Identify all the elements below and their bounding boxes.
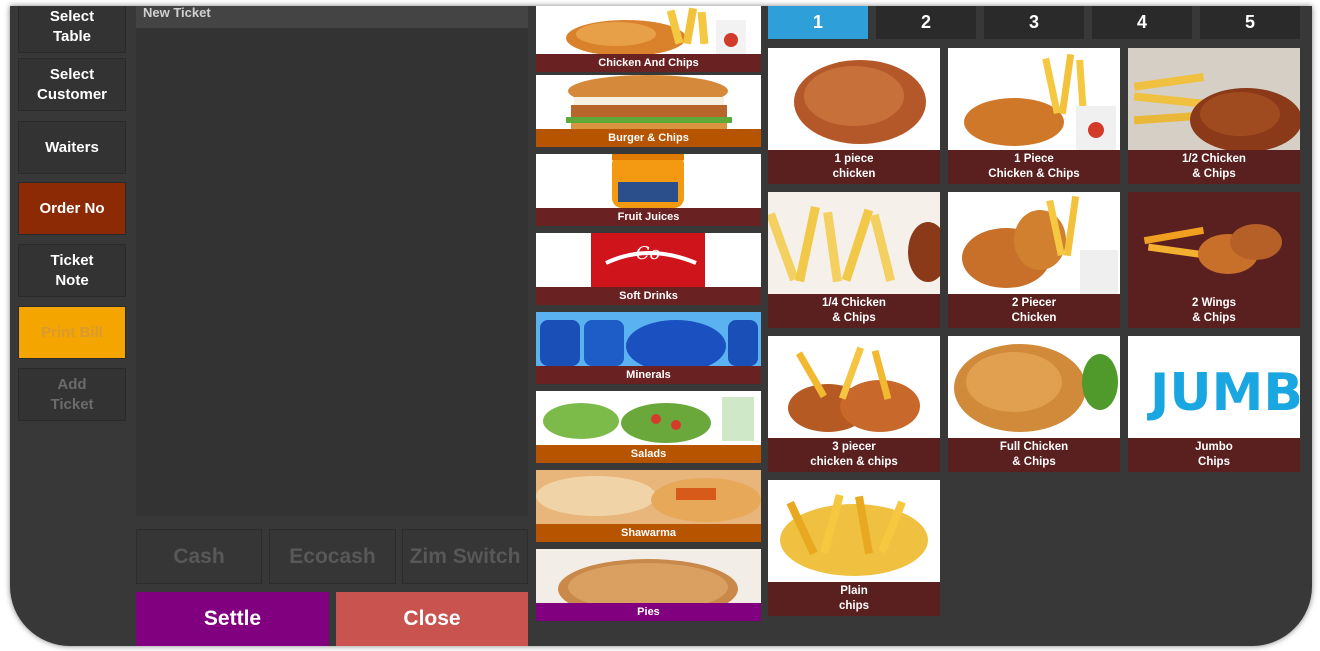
page-tab-5[interactable]: 5 <box>1200 6 1300 39</box>
jumbo-logo-image: JUMBO <box>1128 336 1300 438</box>
select-customer-button[interactable]: Select Customer <box>18 58 126 111</box>
product-label: 1/2 Chicken & Chips <box>1182 153 1246 180</box>
pos-window: Select Table Select Customer Waiters Ord… <box>10 6 1312 646</box>
shawarma-image <box>536 470 761 524</box>
category-soft-drinks[interactable]: Co Soft Drinks <box>536 233 761 305</box>
order-no-button[interactable]: Order No <box>18 182 126 235</box>
category-label: Pies <box>536 603 761 621</box>
plain-chips-image <box>768 480 940 582</box>
category-label: Fruit Juices <box>536 208 761 226</box>
ecocash-button[interactable]: Ecocash <box>269 529 396 584</box>
print-bill-label: Print Bill <box>41 323 103 341</box>
close-button[interactable]: Close <box>336 592 528 646</box>
category-fruit-juices[interactable]: Fruit Juices <box>536 154 761 226</box>
category-chicken-and-chips[interactable]: Chicken And Chips <box>536 6 761 72</box>
add-ticket-button[interactable]: Add Ticket <box>18 368 126 421</box>
fruit-juice-image <box>536 154 761 208</box>
category-burger-and-chips[interactable]: Burger & Chips <box>536 75 761 147</box>
product-half-chicken-and-chips[interactable]: 1/2 Chicken & Chips <box>1128 48 1300 184</box>
chicken-and-chips-image <box>948 48 1120 150</box>
zim-switch-button[interactable]: Zim Switch <box>402 529 528 584</box>
product-plain-chips[interactable]: Plain chips <box>768 480 940 616</box>
category-label: Burger & Chips <box>536 129 761 147</box>
product-2-piecer-chicken[interactable]: 2 Piecer Chicken <box>948 192 1120 328</box>
product-2-wings-and-chips[interactable]: 2 Wings & Chips <box>1128 192 1300 328</box>
ticket-title: New Ticket <box>136 6 528 28</box>
ticket-panel: New Ticket <box>136 6 528 516</box>
three-piece-chicken-image <box>768 336 940 438</box>
product-label: Full Chicken & Chips <box>999 441 1069 468</box>
print-bill-button[interactable]: Print Bill <box>18 306 126 359</box>
settle-button[interactable]: Settle <box>136 592 329 646</box>
ticket-note-label: Ticket Note <box>50 251 94 289</box>
page-tab-4[interactable]: 4 <box>1092 6 1192 39</box>
product-1-piece-chicken[interactable]: 1 piece chicken <box>768 48 940 184</box>
soft-drink-can-image: Co <box>536 233 761 287</box>
product-label: Plain chips <box>838 585 870 612</box>
product-label: Jumbo Chips <box>1195 441 1233 468</box>
product-label: 2 Wings & Chips <box>1192 297 1236 324</box>
wings-image <box>1128 192 1300 294</box>
ticket-note-button[interactable]: Ticket Note <box>18 244 126 297</box>
category-label: Minerals <box>536 366 761 384</box>
product-label: 3 piecer chicken & chips <box>810 441 898 468</box>
jumbo-logo-text: JUMBO <box>1147 363 1300 423</box>
category-label: Salads <box>536 445 761 463</box>
salad-image <box>536 391 761 445</box>
category-pies[interactable]: Pies <box>536 549 761 621</box>
svg-text:Co: Co <box>636 243 661 264</box>
product-full-chicken-and-chips[interactable]: Full Chicken & Chips <box>948 336 1120 472</box>
burger-image <box>536 75 761 129</box>
cash-button[interactable]: Cash <box>136 529 262 584</box>
chips-and-chicken-image <box>768 192 940 294</box>
product-label: 1 Piece Chicken & Chips <box>988 153 1080 180</box>
full-chicken-image <box>948 336 1120 438</box>
waiters-button[interactable]: Waiters <box>18 121 126 174</box>
category-salads[interactable]: Salads <box>536 391 761 463</box>
category-label: Chicken And Chips <box>536 54 761 72</box>
select-table-label: Select Table <box>49 7 95 45</box>
add-ticket-label: Add Ticket <box>50 375 94 413</box>
half-chicken-image <box>1128 48 1300 150</box>
product-label: 2 Piecer Chicken <box>1011 297 1057 324</box>
chicken-and-chips-image <box>536 6 761 54</box>
product-quarter-chicken-and-chips[interactable]: 1/4 Chicken & Chips <box>768 192 940 328</box>
page-tab-2[interactable]: 2 <box>876 6 976 39</box>
category-shawarma[interactable]: Shawarma <box>536 470 761 542</box>
fried-chicken-image <box>768 48 940 150</box>
product-label: 1/4 Chicken & Chips <box>822 297 886 324</box>
pie-image <box>536 549 761 603</box>
waiters-label: Waiters <box>45 138 99 156</box>
select-customer-label: Select Customer <box>36 65 107 103</box>
water-bottles-image <box>536 312 761 366</box>
category-minerals[interactable]: Minerals <box>536 312 761 384</box>
order-no-label: Order No <box>39 199 105 217</box>
product-3-piecer-chicken-and-chips[interactable]: 3 piecer chicken & chips <box>768 336 940 472</box>
two-piece-chicken-image <box>948 192 1120 294</box>
page-tab-3[interactable]: 3 <box>984 6 1084 39</box>
product-label: 1 piece chicken <box>832 153 876 180</box>
select-table-button[interactable]: Select Table <box>18 6 126 53</box>
category-label: Soft Drinks <box>536 287 761 305</box>
product-jumbo-chips[interactable]: JUMBO Jumbo Chips <box>1128 336 1300 472</box>
product-1-piece-chicken-and-chips[interactable]: 1 Piece Chicken & Chips <box>948 48 1120 184</box>
page-tab-1[interactable]: 1 <box>768 6 868 39</box>
category-label: Shawarma <box>536 524 761 542</box>
